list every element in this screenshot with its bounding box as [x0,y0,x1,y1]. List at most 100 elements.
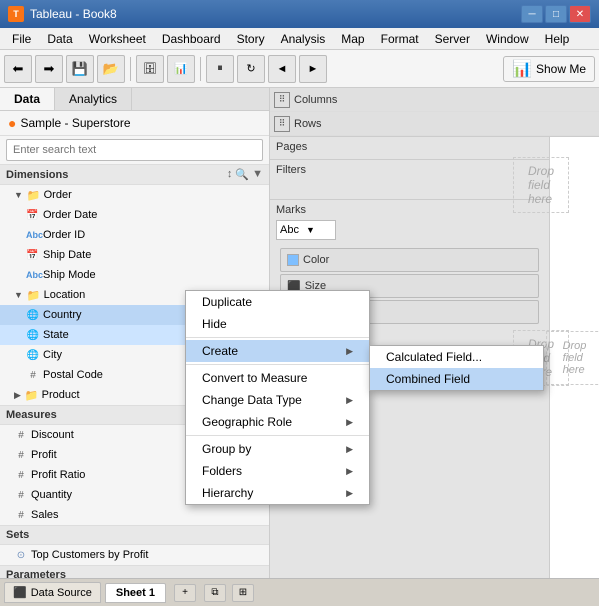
menu-dashboard[interactable]: Dashboard [154,30,229,48]
calendar-icon-2: 📅 [26,250,40,261]
ctx-hide[interactable]: Hide [186,313,369,335]
toolbar-undo[interactable]: ⬅ [4,55,32,83]
toolbar-view[interactable]: 📊 [167,55,195,83]
search-input[interactable] [6,139,263,161]
title-bar-left: T Tableau - Book8 [8,6,117,22]
tree-order-group[interactable]: ▼ 📁 Order [0,185,269,205]
new-dashboard-btn[interactable]: ⊞ [232,584,254,602]
tree-quantity-label: Quantity [31,489,72,501]
marks-color-btn[interactable]: Color [280,248,539,272]
data-analytics-tabs: Data Analytics [0,88,269,111]
tab-analytics[interactable]: Analytics [55,88,132,110]
menu-data[interactable]: Data [39,30,80,48]
rows-icon: ⠿ [274,116,290,132]
hash-icon-4: # [14,470,28,481]
menu-map[interactable]: Map [333,30,372,48]
parameters-label: Parameters [6,569,66,578]
hash-icon-5: # [14,490,28,501]
toolbar-new-ds[interactable]: 🗄 [136,55,164,83]
hash-icon-2: # [14,430,28,441]
menu-server[interactable]: Server [427,30,478,48]
sheet1-tab[interactable]: Sheet 1 [105,583,166,603]
filters-title: Filters [276,164,543,176]
submenu-calculated-field[interactable]: Calculated Field... [370,346,543,368]
ctx-convert[interactable]: Convert to Measure [186,367,369,389]
ctx-duplicate[interactable]: Duplicate [186,291,369,313]
tree-sales[interactable]: # Sales [0,505,269,525]
globe-icon-3: 🌐 [26,350,40,361]
datasource-icon: ● [8,115,16,131]
toolbar: ⬅ ➡ 💾 📂 🗄 📊 ⏸ ↻ ◄ ► 📊 Show Me [0,50,599,88]
menu-format[interactable]: Format [373,30,427,48]
marks-type-arrow: ▼ [306,225,315,235]
ctx-group-by[interactable]: Group by [186,438,369,460]
submenu-combined-field[interactable]: Combined Field [370,368,543,390]
sets-header: Sets [0,525,269,545]
columns-drop-zone[interactable] [341,91,595,109]
canvas-area[interactable]: Drop field here Drop field here Drop fie… [550,137,599,578]
tree-order-date[interactable]: 📅 Order Date [0,205,269,225]
rows-shelf: ⠿ Rows [270,112,599,136]
folder-icon: 📁 [27,189,41,202]
tree-sales-label: Sales [31,509,59,521]
toolbar-pause[interactable]: ⏸ [206,55,234,83]
toolbar-open[interactable]: 📂 [97,55,125,83]
ctx-hierarchy[interactable]: Hierarchy [186,482,369,504]
tree-ship-mode[interactable]: Abc Ship Mode [0,265,269,285]
title-text: Tableau - Book8 [30,7,117,21]
toolbar-sep-1 [130,57,131,81]
toolbar-nav-left[interactable]: ◄ [268,55,296,83]
ctx-folders[interactable]: Folders [186,460,369,482]
toolbar-redo[interactable]: ➡ [35,55,63,83]
marks-type-select[interactable]: Abc ▼ [276,220,336,240]
dimensions-label: Dimensions [6,169,68,181]
rows-drop-zone[interactable] [326,115,595,133]
abc-icon-2: Abc [26,270,40,280]
minimize-button[interactable]: ─ [521,5,543,23]
tree-shipmode-label: Ship Mode [43,269,96,281]
ctx-create[interactable]: Create [186,340,369,362]
measures-label: Measures [6,409,57,421]
dimensions-header: Dimensions ↕ 🔍 ▼ [0,165,269,185]
menu-worksheet[interactable]: Worksheet [81,30,154,48]
create-submenu: Calculated Field... Combined Field [369,345,544,391]
menu-file[interactable]: File [4,30,39,48]
menu-story[interactable]: Story [229,30,273,48]
parameters-header: Parameters [0,565,269,578]
expand-icon: ▼ [14,190,23,200]
tree-order-id[interactable]: Abc Order ID [0,225,269,245]
new-sheet-btn[interactable]: + [174,584,196,602]
chart-icon: 📊 [512,59,532,79]
tree-profit-label: Profit [31,449,57,461]
ctx-sep-3 [186,435,369,436]
toolbar-refresh[interactable]: ↻ [237,55,265,83]
ctx-sep-2 [186,364,369,365]
tree-top-customers[interactable]: ⊙ Top Customers by Profit [0,545,269,565]
tab-data[interactable]: Data [0,88,55,110]
menu-analysis[interactable]: Analysis [273,30,334,48]
maximize-button[interactable]: □ [545,5,567,23]
data-source-tab[interactable]: ⬛ Data Source [4,582,101,603]
toolbar-save[interactable]: 💾 [66,55,94,83]
col-row-area: ⠿ Columns ⠿ Rows [270,88,599,137]
datasource-name: Sample - Superstore [20,116,130,130]
hash-icon: # [26,370,40,381]
search-icon[interactable]: 🔍 [235,168,249,181]
tree-ship-date[interactable]: 📅 Ship Date [0,245,269,265]
sets-icon: ⊙ [14,550,28,561]
close-button[interactable]: ✕ [569,5,591,23]
pages-section: Pages [270,137,549,160]
more-icon[interactable]: ▼ [252,168,263,181]
sort-icon[interactable]: ↕ [227,168,233,181]
ctx-change-type[interactable]: Change Data Type [186,389,369,411]
menu-window[interactable]: Window [478,30,537,48]
tree-profitratio-label: Profit Ratio [31,469,85,481]
tree-product-label: Product [42,389,80,401]
ctx-geo-role[interactable]: Geographic Role [186,411,369,433]
show-me-button[interactable]: 📊 Show Me [503,56,595,82]
tree-order-label: Order [44,189,72,201]
toolbar-nav-right[interactable]: ► [299,55,327,83]
duplicate-sheet-btn[interactable]: ⧉ [204,584,226,602]
menu-help[interactable]: Help [537,30,578,48]
tree-state-label: State [43,329,69,341]
